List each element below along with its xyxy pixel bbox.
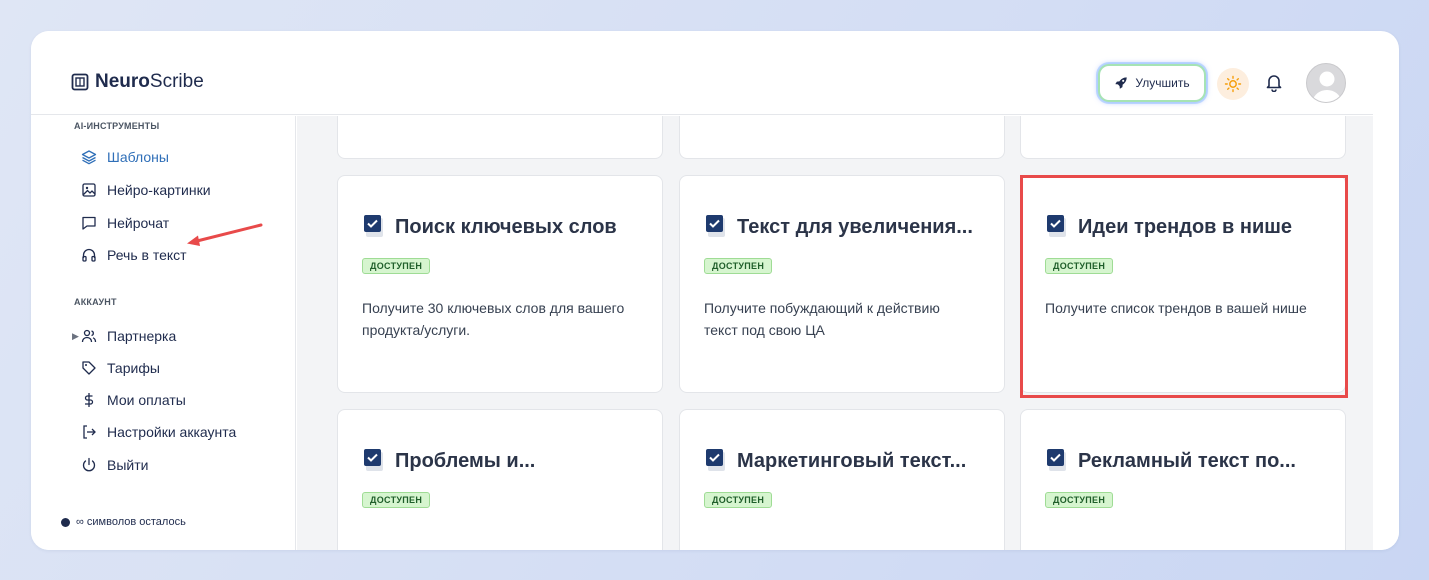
status-badge: ДОСТУПЕН (1045, 492, 1114, 508)
chevron-right-icon[interactable]: ▶ (72, 331, 79, 342)
sidebar-item-label: Настройки аккаунта (107, 424, 237, 440)
card-title-text: Маркетинговый текст... (737, 449, 967, 472)
card-description: Получите побуждающий к действию текст по… (704, 300, 940, 338)
sidebar: AI-ИНСТРУМЕНТЫ Шаблоны Нейро-картинки Не… (31, 116, 296, 550)
template-card[interactable] (337, 116, 663, 159)
sidebar-item-templates[interactable]: Шаблоны (81, 147, 169, 167)
upgrade-button[interactable]: Улучшить (1100, 66, 1204, 100)
sidebar-item-label: Тарифы (107, 360, 160, 376)
avatar-silhouette-icon (1312, 71, 1342, 102)
template-card-trend-ideas[interactable]: Идеи трендов в нише ДОСТУПЕН Получите сп… (1020, 175, 1346, 393)
sidebar-item-neurochat[interactable]: Нейрочат (81, 213, 169, 233)
theme-toggle-button[interactable] (1217, 68, 1249, 100)
sidebar-item-partners[interactable]: Партнерка (81, 326, 176, 346)
sidebar-item-tariffs[interactable]: Тарифы (81, 358, 160, 378)
card-title-text: Рекламный текст по... (1078, 449, 1296, 472)
login-icon (83, 425, 96, 439)
template-card[interactable] (679, 116, 1005, 159)
card-title-text: Текст для увеличения... (737, 215, 973, 238)
card-description: Получите 30 ключевых слов для вашего про… (362, 300, 625, 338)
headphones-icon (82, 248, 96, 262)
card-title-text: Поиск ключевых слов (395, 215, 617, 238)
template-card-keywords[interactable]: Поиск ключевых слов ДОСТУПЕН Получите 30… (337, 175, 663, 393)
status-badge: ДОСТУПЕН (1045, 258, 1114, 274)
status-dot (61, 517, 70, 527)
sidebar-item-label: Нейро-картинки (107, 182, 211, 198)
status-badge: ДОСТУПЕН (362, 492, 431, 508)
logo-text-bold: Neuro (95, 71, 150, 92)
template-card-marketing-text[interactable]: Маркетинговый текст... ДОСТУПЕН (679, 409, 1005, 550)
sidebar-item-speech-to-text[interactable]: Речь в текст (81, 245, 187, 265)
sidebar-item-label: Нейрочат (107, 215, 170, 231)
scrollbar[interactable] (1373, 115, 1399, 550)
sun-icon (1224, 75, 1242, 93)
card-title: Рекламный текст по... (1045, 448, 1296, 474)
sidebar-section-account: АККАУНТ (74, 297, 117, 307)
top-header: Neuro Scribe Улучшить (31, 31, 1373, 115)
dollar-icon (84, 393, 94, 407)
logo-text-light: Scribe (149, 71, 204, 92)
card-title: Проблемы и... (362, 448, 535, 474)
status-badge: ДОСТУПЕН (704, 258, 773, 274)
template-card[interactable] (1020, 116, 1346, 159)
card-title: Маркетинговый текст... (704, 448, 966, 474)
bell-icon (1266, 75, 1282, 93)
template-card-problems[interactable]: Проблемы и... ДОСТУПЕН (337, 409, 663, 550)
template-card-ad-text[interactable]: Рекламный текст по... ДОСТУПЕН (1020, 409, 1346, 550)
upgrade-label: Улучшить (1135, 76, 1190, 90)
card-description: Получите список трендов в вашей нише (1045, 300, 1307, 316)
sidebar-item-account-settings[interactable]: Настройки аккаунта (81, 422, 236, 442)
tag-icon (82, 361, 96, 375)
sidebar-item-label: Партнерка (107, 328, 177, 344)
template-card-conversion-text[interactable]: Текст для увеличения... ДОСТУПЕН Получит… (679, 175, 1005, 393)
power-icon (82, 457, 96, 472)
checkbox-clipboard-icon (364, 215, 383, 237)
checkbox-clipboard-icon (1047, 215, 1066, 237)
sidebar-item-neuro-images[interactable]: Нейро-картинки (81, 180, 211, 200)
status-badge: ДОСТУПЕН (362, 258, 431, 274)
notifications-button[interactable] (1264, 72, 1284, 97)
rocket-icon (1115, 77, 1128, 89)
layers-icon (81, 150, 97, 165)
sidebar-item-label: Речь в текст (107, 247, 187, 263)
card-title-text: Проблемы и... (395, 449, 536, 472)
chat-icon (82, 216, 96, 230)
checkbox-clipboard-icon (364, 449, 383, 471)
symbols-remaining-text: ∞ символов осталось (76, 516, 186, 528)
checkbox-clipboard-icon (706, 449, 725, 471)
card-title: Поиск ключевых слов (362, 214, 617, 240)
card-title: Текст для увеличения... (704, 214, 973, 240)
status-badge: ДОСТУПЕН (704, 492, 773, 508)
app-window: Neuro Scribe Улучшить AI-ИНСТРУМЕНТЫ Шаб… (31, 31, 1399, 550)
app-logo[interactable]: Neuro Scribe (71, 71, 204, 93)
users-icon (81, 329, 97, 343)
sidebar-item-label: Выйти (107, 457, 149, 473)
sidebar-item-logout[interactable]: Выйти (81, 455, 148, 475)
checkbox-clipboard-icon (1047, 449, 1066, 471)
card-title: Идеи трендов в нише (1045, 214, 1292, 240)
user-avatar[interactable] (1306, 63, 1346, 103)
sidebar-item-my-payments[interactable]: Мои оплаты (81, 390, 186, 410)
logo-icon (71, 73, 89, 91)
symbols-remaining: ∞ символов осталось (61, 516, 186, 528)
sidebar-item-label: Мои оплаты (107, 392, 186, 408)
image-icon (82, 183, 96, 197)
sidebar-item-label: Шаблоны (107, 149, 169, 165)
checkbox-clipboard-icon (706, 215, 725, 237)
sidebar-section-ai: AI-ИНСТРУМЕНТЫ (74, 121, 160, 131)
templates-grid: Поиск ключевых слов ДОСТУПЕН Получите 30… (297, 116, 1373, 550)
card-title-text: Идеи трендов в нише (1078, 215, 1293, 238)
annotation-arrow-icon (187, 223, 263, 246)
